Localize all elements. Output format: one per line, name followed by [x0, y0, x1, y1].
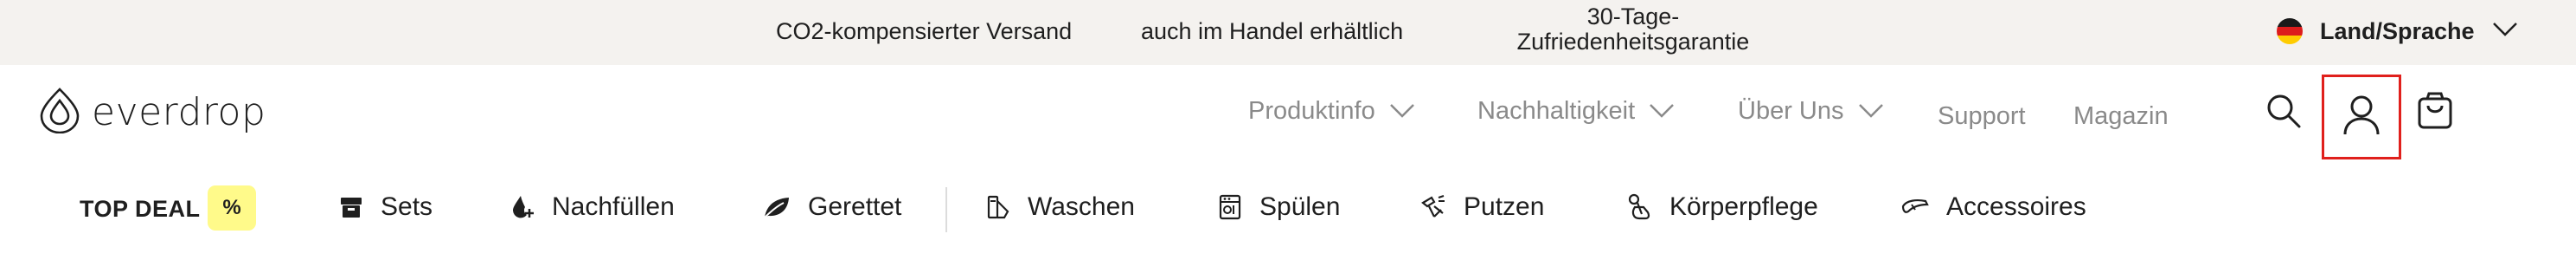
- search-button[interactable]: [2265, 94, 2303, 132]
- nav-magazin[interactable]: Magazin: [2073, 102, 2169, 131]
- germany-flag-icon: [2277, 18, 2303, 44]
- category-spuelen[interactable]: Spülen: [1218, 192, 1340, 222]
- category-label: Sets: [381, 192, 433, 221]
- nav-label: Über Uns: [1738, 97, 1844, 125]
- nav-support[interactable]: Support: [1938, 102, 2026, 131]
- category-koerperpflege[interactable]: Körperpflege: [1626, 192, 1818, 222]
- usp-guarantee: 30-Tage- Zufriedenheitsgarantie: [1503, 4, 1763, 55]
- brand-name: everdrop: [92, 90, 266, 134]
- nav-produktinfo[interactable]: Produktinfo: [1248, 97, 1415, 126]
- bodycare-icon: [1628, 193, 1650, 220]
- laundry-icon: [987, 195, 1009, 219]
- box-icon: [341, 198, 362, 218]
- category-divider: [945, 187, 947, 232]
- category-putzen[interactable]: Putzen: [1420, 192, 1544, 222]
- discount-badge[interactable]: %: [208, 185, 256, 231]
- nav-nachhaltigkeit[interactable]: Nachhaltigkeit: [1477, 97, 1675, 126]
- cart-button[interactable]: [2415, 92, 2455, 134]
- dishwasher-icon: [1219, 194, 1241, 220]
- nav-ueber-uns[interactable]: Über Uns: [1738, 97, 1884, 126]
- top-info-bar: CO2-kompensierter Versand auch im Handel…: [0, 0, 2576, 65]
- drop-logo-icon: [38, 87, 81, 138]
- leaf-icon: [764, 198, 789, 218]
- category-label: Gerettet: [808, 192, 902, 221]
- nav-label: Produktinfo: [1248, 97, 1375, 125]
- usp-guarantee-line2: Zufriedenheitsgarantie: [1516, 29, 1750, 55]
- chevron-down-icon: [1649, 97, 1675, 126]
- category-waschen[interactable]: Waschen: [986, 192, 1135, 222]
- category-label: Spülen: [1259, 192, 1341, 221]
- language-selector[interactable]: Land/Sprache: [2277, 14, 2518, 49]
- category-gerettet[interactable]: Gerettet: [761, 192, 901, 222]
- category-label: Accessoires: [1946, 192, 2086, 221]
- usp-retail: auch im Handel erhältlich: [1141, 18, 1404, 44]
- top-deal-link[interactable]: TOP DEAL: [80, 196, 201, 223]
- brand-logo[interactable]: everdrop: [38, 87, 266, 138]
- usp-shipping: CO2-kompensierter Versand: [776, 18, 1073, 44]
- category-label: Waschen: [1028, 192, 1135, 221]
- cleaning-icon: [1421, 195, 1445, 218]
- chevron-down-icon: [1389, 97, 1415, 126]
- cart-icon: [2417, 92, 2453, 134]
- category-accessoires[interactable]: Accessoires: [1901, 192, 2086, 222]
- account-button[interactable]: [2322, 75, 2401, 159]
- chevron-down-icon: [2492, 22, 2518, 42]
- refill-drop-icon: [513, 196, 534, 218]
- category-label: Nachfüllen: [552, 192, 675, 221]
- search-icon: [2265, 93, 2302, 133]
- category-nachfuellen[interactable]: Nachfüllen: [510, 192, 675, 222]
- category-label: Putzen: [1464, 192, 1545, 221]
- category-sets[interactable]: Sets: [339, 192, 433, 222]
- nav-label: Support: [1938, 102, 2026, 130]
- nav-label: Magazin: [2073, 102, 2169, 130]
- nav-label: Nachhaltigkeit: [1477, 97, 1636, 125]
- usp-guarantee-line1: 30-Tage-: [1586, 3, 1680, 29]
- account-icon: [2342, 94, 2381, 140]
- language-label: Land/Sprache: [2320, 17, 2475, 44]
- accessories-icon: [1901, 199, 1929, 213]
- category-label: Körperpflege: [1669, 192, 1818, 221]
- chevron-down-icon: [1858, 97, 1884, 126]
